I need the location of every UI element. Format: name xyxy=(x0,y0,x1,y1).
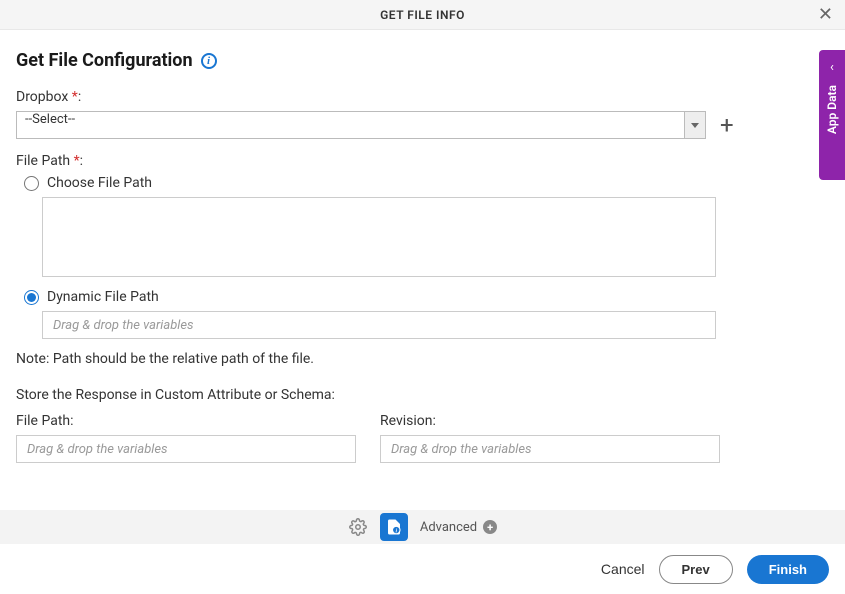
finish-button[interactable]: Finish xyxy=(747,555,829,584)
dropbox-select[interactable]: --Select-- xyxy=(16,111,706,139)
document-info-icon[interactable]: i xyxy=(380,513,408,541)
response-revision-col: Revision: Drag & drop the variables xyxy=(380,413,720,463)
response-revision-label: Revision: xyxy=(380,413,720,429)
dropbox-row: --Select-- + xyxy=(16,111,829,139)
content-area: Get File Configuration i Dropbox *: --Se… xyxy=(0,30,845,463)
radio-choose-input[interactable] xyxy=(24,176,39,191)
dialog-footer: Cancel Prev Finish xyxy=(0,544,845,594)
dropbox-select-wrapper: --Select-- xyxy=(16,111,706,139)
advanced-label-text: Advanced xyxy=(420,520,477,535)
filepath-note: Note: Path should be the relative path o… xyxy=(16,351,829,367)
radio-choose-filepath[interactable]: Choose File Path xyxy=(16,175,829,191)
choose-filepath-box[interactable] xyxy=(42,197,716,277)
filepath-label: File Path *: xyxy=(16,153,829,169)
response-filepath-label: File Path: xyxy=(16,413,356,429)
add-dropbox-button[interactable]: + xyxy=(716,113,738,137)
bottom-toolbar: i Advanced + xyxy=(0,510,845,544)
response-revision-input[interactable]: Drag & drop the variables xyxy=(380,435,720,463)
plus-circle-icon: + xyxy=(483,520,497,534)
radio-choose-label: Choose File Path xyxy=(47,175,152,191)
filepath-radio-group: Choose File Path Dynamic File Path Drag … xyxy=(16,175,829,339)
app-data-side-tab[interactable]: ‹ App Data xyxy=(819,50,845,180)
response-columns: File Path: Drag & drop the variables Rev… xyxy=(16,413,829,463)
prev-button[interactable]: Prev xyxy=(659,555,733,584)
page-title: Get File Configuration i xyxy=(16,50,829,71)
response-filepath-input[interactable]: Drag & drop the variables xyxy=(16,435,356,463)
advanced-toggle[interactable]: Advanced + xyxy=(420,520,497,535)
chevron-left-icon: ‹ xyxy=(830,60,834,75)
dynamic-filepath-input[interactable]: Drag & drop the variables xyxy=(42,311,716,339)
radio-dynamic-label: Dynamic File Path xyxy=(47,289,159,305)
side-tab-label: App Data xyxy=(825,85,839,134)
dialog-header: GET FILE INFO ✕ xyxy=(0,0,845,30)
radio-dynamic-input[interactable] xyxy=(24,290,39,305)
radio-dynamic-filepath[interactable]: Dynamic File Path xyxy=(16,289,829,305)
dialog-title: GET FILE INFO xyxy=(380,8,465,22)
page-title-text: Get File Configuration xyxy=(16,50,193,71)
store-response-label: Store the Response in Custom Attribute o… xyxy=(16,387,829,403)
dropbox-label: Dropbox *: xyxy=(16,89,829,105)
response-filepath-col: File Path: Drag & drop the variables xyxy=(16,413,356,463)
info-icon[interactable]: i xyxy=(201,53,217,69)
cancel-button[interactable]: Cancel xyxy=(601,561,645,577)
close-icon[interactable]: ✕ xyxy=(818,6,833,24)
gear-icon[interactable] xyxy=(348,517,368,537)
